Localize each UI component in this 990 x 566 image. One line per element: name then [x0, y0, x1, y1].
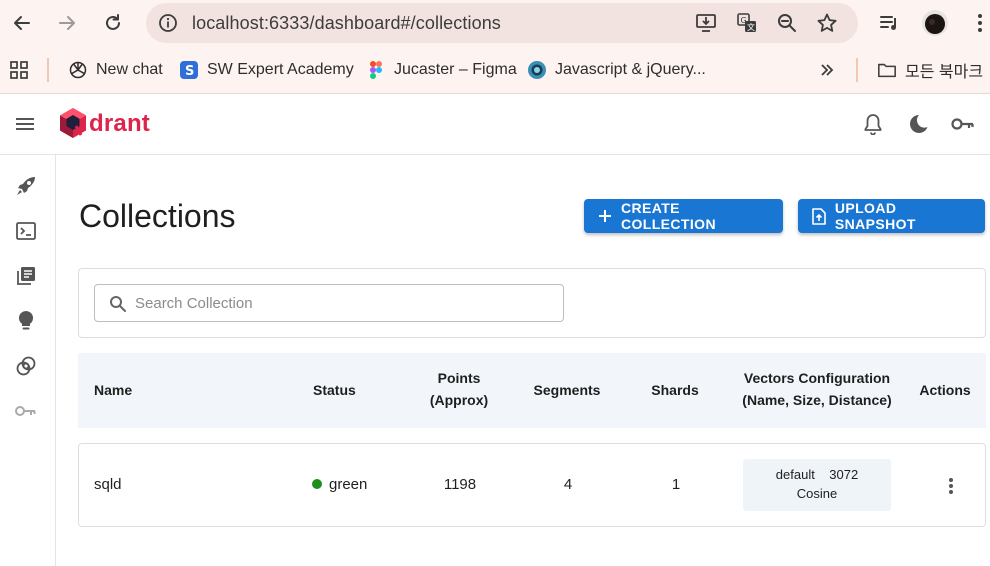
bookmark-label: SW Expert Academy	[207, 61, 354, 78]
media-control-icon[interactable]	[874, 8, 904, 38]
create-collection-label: CREATE COLLECTION	[620, 200, 716, 232]
segments-cell: 4	[563, 476, 573, 493]
status-text: green	[329, 476, 368, 493]
bookmark-separator	[47, 58, 49, 82]
address-bar[interactable]: localhost:6333/dashboard#/collections G文	[146, 3, 858, 43]
rocket-icon[interactable]	[14, 174, 38, 198]
plus-icon	[598, 208, 613, 224]
shards-cell: 1	[671, 476, 681, 493]
bookmark-star-icon[interactable]	[816, 12, 838, 34]
forward-icon[interactable]	[52, 8, 82, 38]
header-status[interactable]: Status	[313, 379, 356, 401]
bookmark-label: New chat	[96, 61, 163, 78]
reload-icon[interactable]	[98, 8, 128, 38]
menu-icon[interactable]	[14, 114, 36, 134]
sidebar	[0, 155, 56, 566]
logo-text: drant	[89, 110, 150, 137]
vector-size: 3072	[829, 467, 859, 482]
collection-name[interactable]: sqld	[94, 476, 122, 493]
bell-icon[interactable]	[861, 112, 885, 136]
site-info-icon[interactable]	[158, 13, 178, 33]
dark-mode-icon[interactable]	[906, 112, 930, 136]
lightbulb-icon[interactable]	[14, 309, 38, 333]
app-header: drant	[0, 94, 990, 155]
search-collection-input[interactable]: Search Collection	[94, 284, 564, 322]
upload-snapshot-label: UPLOAD SNAPSHOT	[834, 200, 916, 232]
zoom-icon[interactable]	[776, 12, 798, 34]
search-placeholder[interactable]: Search Collection	[135, 295, 253, 312]
qdrant-logo-mark	[60, 108, 86, 138]
header-vectors-line1: Vectors Configuration	[743, 370, 891, 386]
console-icon[interactable]	[14, 219, 38, 243]
profile-avatar[interactable]	[920, 8, 950, 38]
install-app-icon[interactable]	[695, 12, 717, 34]
header-segments[interactable]: Segments	[527, 379, 607, 401]
more-bookmarks-icon[interactable]	[819, 58, 835, 82]
bookmark-label: Jucaster – Figma	[394, 61, 517, 78]
svg-text:文: 文	[747, 22, 755, 32]
create-collection-button[interactable]: CREATE COLLECTION	[584, 199, 783, 233]
qdrant-logo[interactable]: drant	[58, 107, 150, 141]
bookmarks-bar: New chat S SW Expert Academy Jucaster – …	[0, 46, 990, 94]
search-card: Search Collection	[78, 268, 986, 338]
header-points-line1: Points	[437, 370, 481, 386]
header-vectors-line2: (Name, Size, Distance)	[742, 392, 892, 408]
status-dot	[312, 479, 322, 489]
all-bookmarks-folder[interactable]: 모든 북마크	[877, 58, 983, 82]
key-icon[interactable]	[951, 112, 975, 136]
url-text[interactable]: localhost:6333/dashboard#/collections	[192, 13, 501, 34]
figma-icon	[366, 60, 386, 80]
svg-text:S: S	[185, 64, 194, 79]
folder-icon	[877, 60, 897, 80]
bookmark-label: 모든 북마크	[905, 64, 984, 81]
row-actions-icon[interactable]	[941, 474, 961, 498]
swea-icon: S	[179, 60, 199, 80]
vector-distance: Cosine	[796, 486, 838, 501]
bookmark-javascript[interactable]: Javascript & jQuery...	[527, 58, 706, 82]
collections-icon[interactable]	[14, 264, 38, 288]
bookmark-label: Javascript & jQuery...	[555, 61, 706, 78]
bookmark-figma[interactable]: Jucaster – Figma	[366, 58, 517, 82]
bookmark-new-chat[interactable]: New chat	[68, 58, 163, 82]
header-shards[interactable]: Shards	[635, 379, 715, 401]
search-icon	[110, 296, 126, 312]
upload-snapshot-button[interactable]: UPLOAD SNAPSHOT	[798, 199, 985, 233]
table-row[interactable]: sqld green 1198 4 1 default 3072 Cosine	[78, 443, 986, 527]
browser-menu-icon[interactable]	[965, 8, 990, 38]
translate-icon[interactable]: G文	[736, 12, 758, 34]
bookmark-sw-expert-academy[interactable]: S SW Expert Academy	[179, 58, 354, 82]
back-icon[interactable]	[7, 8, 37, 38]
openai-icon	[68, 60, 88, 80]
header-points[interactable]: Points (Approx)	[419, 367, 499, 411]
table-header: Name Status Points (Approx) Segments Sha…	[78, 353, 986, 428]
apps-grid-icon[interactable]	[9, 58, 29, 82]
access-key-icon[interactable]	[14, 399, 38, 423]
datasets-icon[interactable]	[14, 354, 38, 378]
upload-file-icon	[812, 207, 827, 225]
bookmark-separator	[856, 58, 858, 82]
browser-toolbar: localhost:6333/dashboard#/collections G文	[0, 0, 990, 46]
header-vectors[interactable]: Vectors Configuration (Name, Size, Dista…	[732, 367, 902, 411]
points-cell: 1198	[443, 476, 477, 493]
vector-config-chip: default 3072 Cosine	[743, 459, 891, 511]
globe-icon	[527, 60, 547, 80]
status-cell: green	[312, 476, 367, 493]
header-actions: Actions	[919, 382, 971, 398]
header-points-line2: (Approx)	[429, 392, 489, 408]
page-title: Collections	[79, 198, 236, 234]
vector-name: default	[775, 467, 815, 482]
header-name[interactable]: Name	[94, 379, 132, 401]
